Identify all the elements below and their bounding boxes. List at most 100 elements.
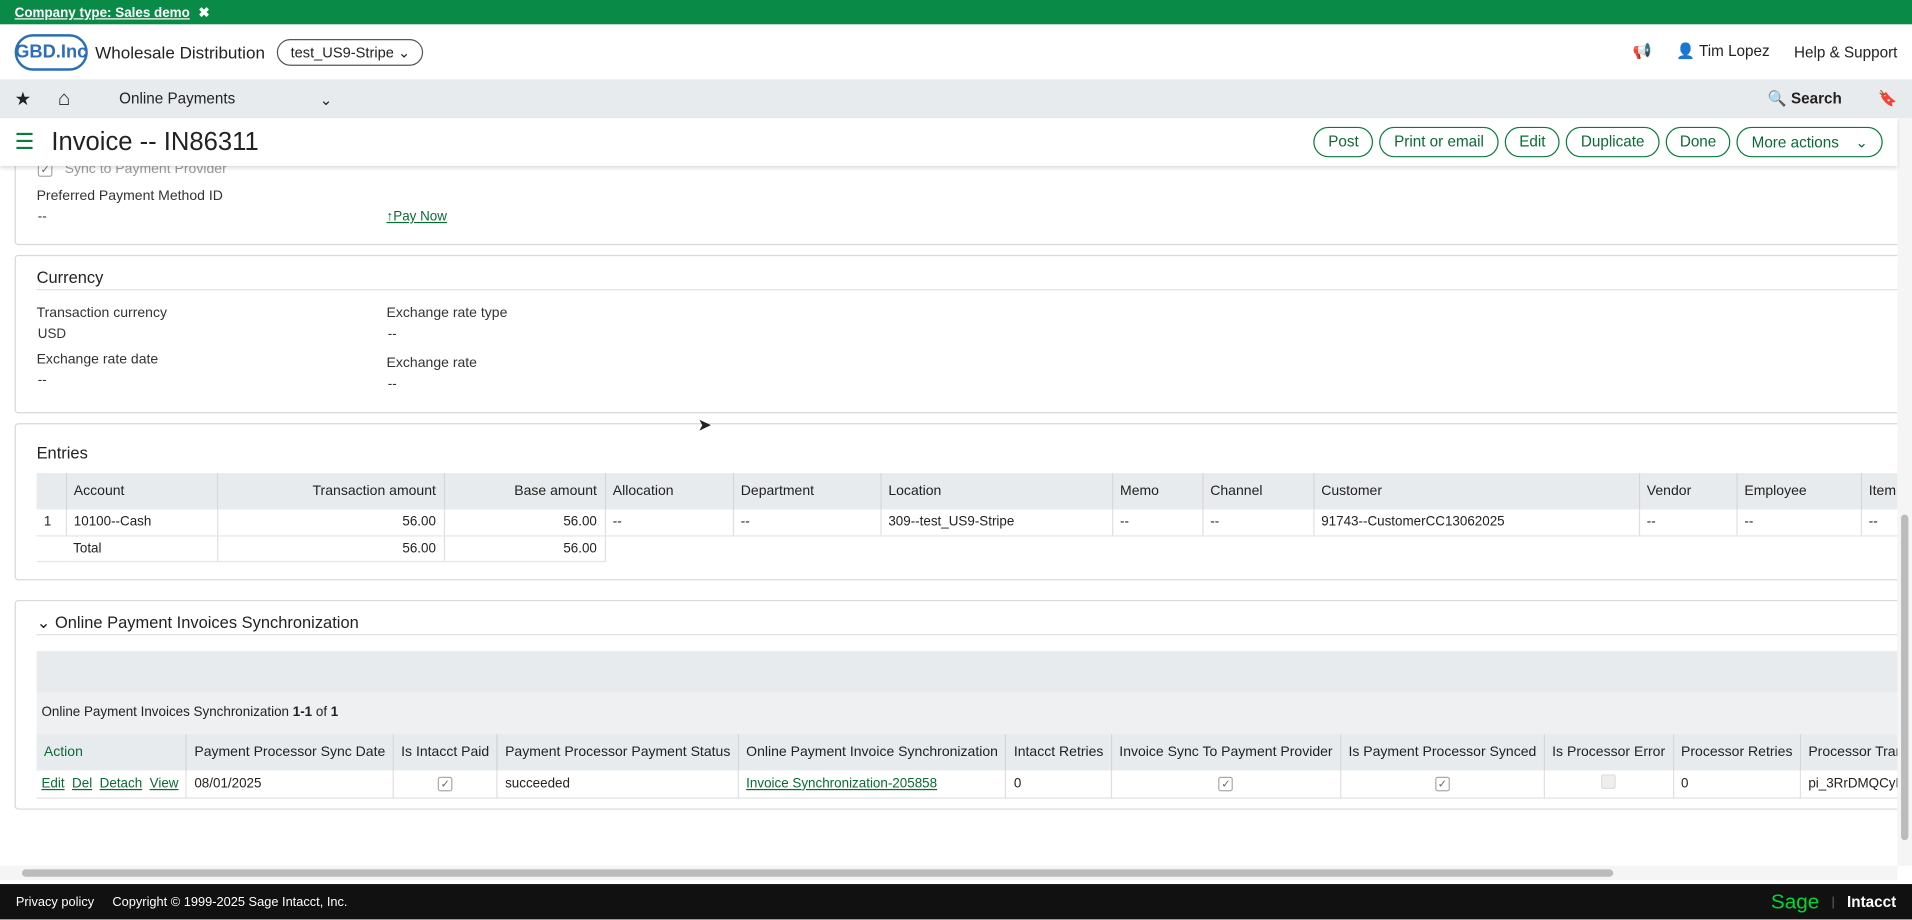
col-header[interactable]: Online Payment Invoice Synchronization <box>738 734 1007 771</box>
col-header[interactable]: Is Processor Error <box>1544 734 1674 771</box>
done-button[interactable]: Done <box>1665 126 1731 158</box>
sage-logo: Sage <box>1770 889 1820 913</box>
post-button[interactable]: Post <box>1313 126 1374 158</box>
edit-button[interactable]: Edit <box>1504 126 1561 158</box>
col-header[interactable]: Item <box>1860 473 1898 510</box>
vertical-scrollbar[interactable] <box>1897 118 1912 866</box>
content-area: ✓ Sync to Payment Provider Preferred Pay… <box>0 165 1898 866</box>
home-icon[interactable]: ⌂ <box>58 87 71 111</box>
table-row[interactable]: 1 10100--Cash 56.00 56.00 -- -- 309--tes… <box>36 509 1898 536</box>
company-type-link[interactable]: Company type: Sales demo <box>15 6 190 21</box>
cell: 56.00 <box>443 509 606 536</box>
chevron-down-icon: ⌄ <box>319 90 333 108</box>
company-selector[interactable]: test_US9-Stripe ⌄ <box>277 38 424 66</box>
header: GBD.Inc Wholesale Distribution test_US9-… <box>0 24 1912 80</box>
sync-section-toggle[interactable]: ⌄ Online Payment Invoices Synchronizatio… <box>37 613 359 633</box>
delete-row-link[interactable]: Del <box>72 776 92 791</box>
col-header[interactable]: Channel <box>1202 473 1314 510</box>
print-email-button[interactable]: Print or email <box>1379 126 1499 158</box>
cell: 91743--CustomerCC13062025 <box>1313 509 1640 536</box>
col-header[interactable]: Transaction amount <box>217 473 445 510</box>
page-title: Invoice -- IN86311 <box>51 127 259 156</box>
col-header[interactable]: Memo <box>1112 473 1203 510</box>
cell: pi_3RrDMQCyLN9sScx0LzgYl <box>1800 770 1898 799</box>
cell: -- <box>1202 509 1314 536</box>
exchange-rate-type-label: Exchange rate type <box>386 306 508 321</box>
sync-checkbox[interactable]: ✓ <box>37 165 53 177</box>
arrow-up-icon: ↑ <box>386 209 394 225</box>
col-header[interactable]: Department <box>732 473 882 510</box>
entries-section-title: Entries <box>36 443 88 463</box>
payment-card: ✓ Sync to Payment Provider Preferred Pay… <box>14 165 1898 246</box>
divider <box>36 288 1898 291</box>
transaction-currency-value: USD <box>37 326 67 342</box>
entries-table: Account Transaction amount Base amount A… <box>36 473 1898 562</box>
col-header[interactable]: Employee <box>1736 473 1862 510</box>
search-icon: 🔍 <box>1767 89 1787 107</box>
col-header[interactable]: Is Payment Processor Synced <box>1340 734 1545 771</box>
horizontal-scrollbar[interactable] <box>0 865 1898 881</box>
col-header[interactable]: Processor Transaction ID <box>1800 734 1898 771</box>
duplicate-button[interactable]: Duplicate <box>1566 126 1660 158</box>
company-logo[interactable]: GBD.Inc <box>14 33 88 71</box>
sync-section-title: Online Payment Invoices Synchronization <box>54 613 359 632</box>
mouse-cursor-icon: ➤ <box>697 414 712 435</box>
sync-table: Action Payment Processor Sync Date Is In… <box>36 734 1898 799</box>
edit-row-link[interactable]: Edit <box>41 776 64 791</box>
vertical-scroll-thumb[interactable] <box>1901 514 1909 841</box>
col-header[interactable]: Processor Retries <box>1673 734 1801 771</box>
grid-count-bar: Online Payment Invoices Synchronization … <box>36 692 1898 735</box>
bookmark-icon[interactable]: 🔖 <box>1878 90 1897 108</box>
col-header[interactable]: Base amount <box>443 473 606 510</box>
processor-error-checkbox <box>1601 774 1616 790</box>
col-header[interactable]: Is Intacct Paid <box>393 734 498 771</box>
col-header[interactable]: Allocation <box>604 473 734 510</box>
more-actions-button[interactable]: More actions ⌄ <box>1736 126 1883 158</box>
col-header[interactable]: Intacct Retries <box>1005 734 1112 771</box>
col-header[interactable]: Invoice Sync To Payment Provider <box>1111 734 1342 771</box>
view-row-link[interactable]: View <box>150 776 179 791</box>
col-header[interactable]: Account <box>65 473 218 510</box>
cell: 0 <box>1005 770 1112 799</box>
page-title-bar: ☰ Invoice -- IN86311 Post Print or email… <box>0 118 1898 166</box>
search-button[interactable]: 🔍 Search <box>1768 90 1842 108</box>
footer: Privacy policy Copyright © 1999-2025 Sag… <box>0 884 1912 920</box>
company-name: test_US9-Stripe <box>290 43 394 61</box>
currency-card: Currency Transaction currency USD Exchan… <box>14 254 1898 414</box>
horizontal-scroll-thumb[interactable] <box>21 869 1614 877</box>
exchange-rate-value: -- <box>387 376 397 392</box>
col-header[interactable]: Location <box>880 473 1113 510</box>
pay-now-label: Pay Now <box>393 209 447 225</box>
user-icon: 👤 <box>1676 42 1696 60</box>
col-header[interactable]: Payment Processor Sync Date <box>186 734 394 771</box>
row-actions: Edit Del Detach View <box>36 770 188 799</box>
cell: -- <box>1736 509 1862 536</box>
privacy-policy-link[interactable]: Privacy policy <box>16 894 94 909</box>
user-menu[interactable]: 👤 Tim Lopez <box>1676 43 1770 61</box>
entries-header-row: Account Transaction amount Base amount A… <box>36 473 1898 510</box>
cell: 08/01/2025 <box>186 770 394 799</box>
module-menu[interactable]: Online Payments ⌄ <box>119 90 332 108</box>
col-header[interactable]: Vendor <box>1638 473 1738 510</box>
detach-row-link[interactable]: Detach <box>100 776 143 791</box>
company-type-banner: Company type: Sales demo ✖ <box>0 0 1912 25</box>
close-icon[interactable]: ✖ <box>198 6 209 21</box>
table-row[interactable]: Edit Del Detach View 08/01/2025 ✓ succee… <box>36 770 1898 799</box>
col-header[interactable]: Payment Processor Payment Status <box>497 734 739 771</box>
total-row: Total 56.00 56.00 <box>36 535 1898 562</box>
transaction-currency-label: Transaction currency <box>36 306 168 321</box>
search-label: Search <box>1790 89 1842 107</box>
app-name: Wholesale Distribution <box>95 42 265 62</box>
processor-synced-checkbox: ✓ <box>1435 776 1450 792</box>
invoice-sync-link[interactable]: Invoice Synchronization-205858 <box>746 776 937 791</box>
help-support-link[interactable]: Help & Support <box>1794 43 1897 60</box>
cell: 56.00 <box>217 509 445 536</box>
copyright-text: Copyright © 1999-2025 Sage Intacct, Inc. <box>112 894 348 910</box>
exchange-rate-date-label: Exchange rate date <box>36 352 159 368</box>
col-header[interactable]: Customer <box>1313 473 1640 510</box>
list-icon[interactable]: ☰ <box>15 129 35 155</box>
cell: -- <box>732 509 882 536</box>
star-icon[interactable]: ★ <box>15 88 31 110</box>
pay-now-link[interactable]: ↑Pay Now <box>387 210 447 225</box>
megaphone-icon[interactable]: 📢 <box>1633 43 1652 61</box>
